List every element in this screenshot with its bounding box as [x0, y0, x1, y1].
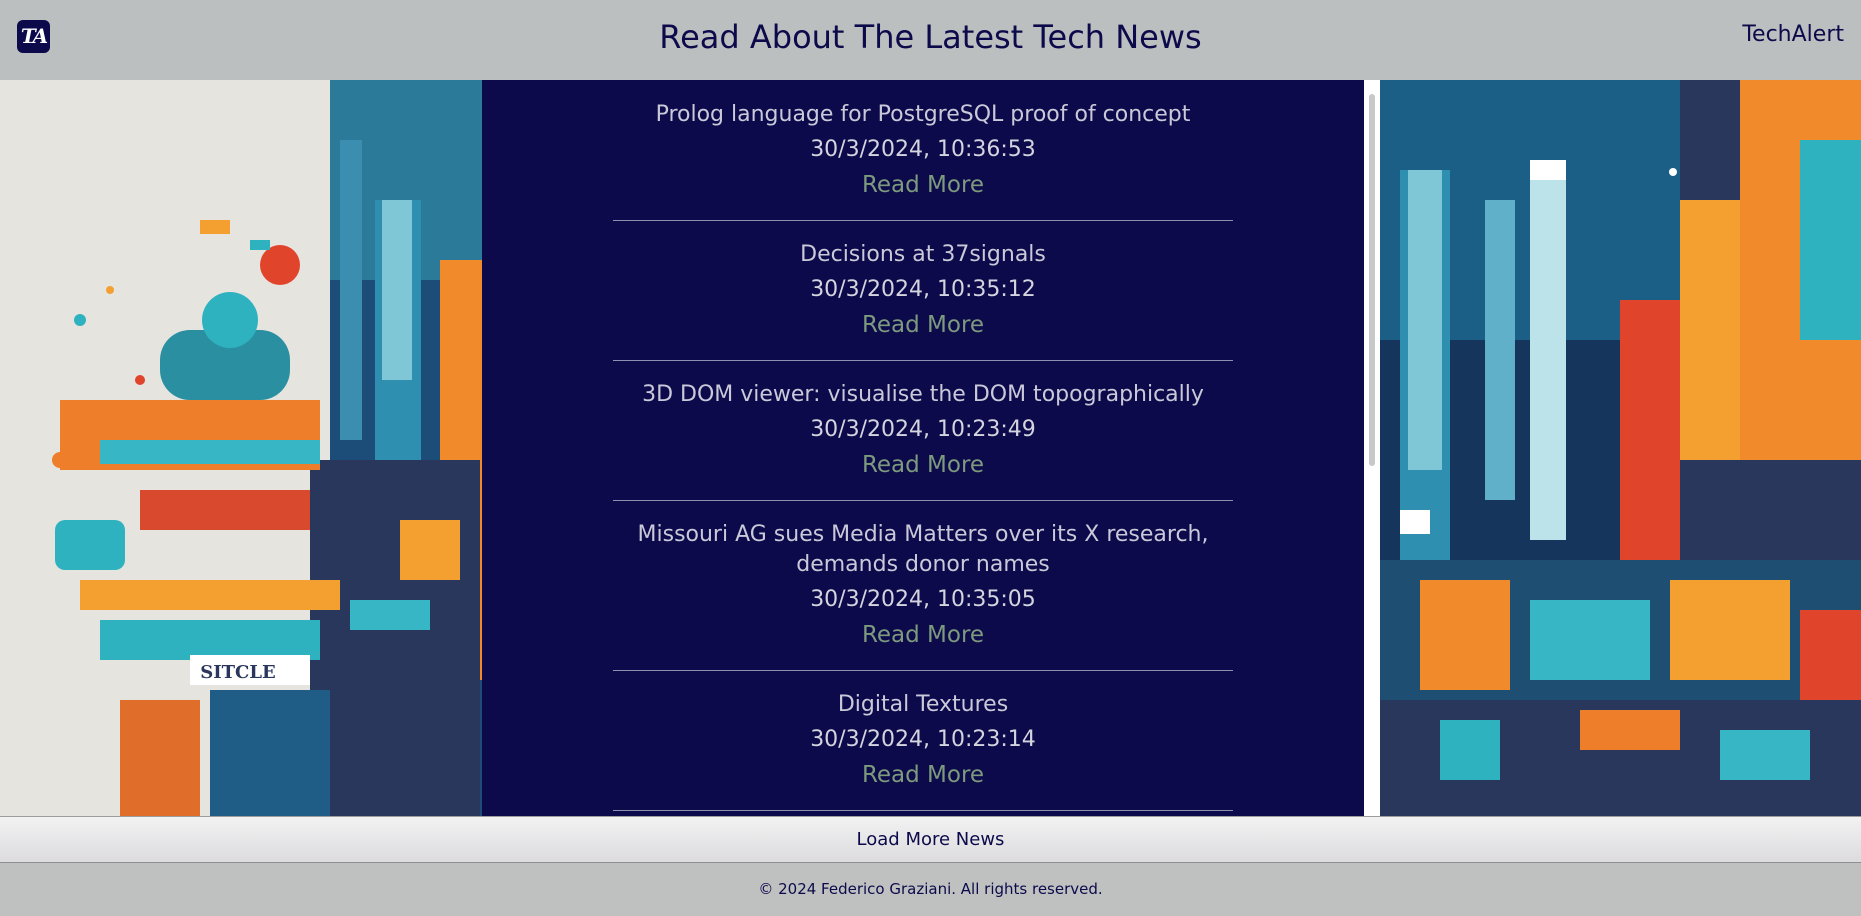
read-more-link[interactable]: Read More: [862, 170, 984, 200]
news-title: Missouri AG sues Media Matters over its …: [637, 522, 1209, 577]
brand-name[interactable]: TechAlert: [1742, 22, 1844, 47]
top-header: TA Read About The Latest Tech News TechA…: [0, 0, 1861, 81]
read-more-link[interactable]: Read More: [862, 450, 984, 480]
news-feed[interactable]: Prolog language for PostgreSQL proof of …: [482, 80, 1364, 816]
news-date: 30/3/2024, 10:36:53: [810, 137, 1036, 162]
right-city-illustration: [1380, 80, 1861, 816]
news-date: 30/3/2024, 10:23:49: [810, 417, 1036, 442]
read-more-link[interactable]: Read More: [862, 310, 984, 340]
load-more-button[interactable]: Load More News: [0, 816, 1861, 863]
read-more-link[interactable]: Read More: [862, 620, 984, 650]
feed-scrollbar[interactable]: [1364, 80, 1380, 816]
scrollbar-thumb[interactable]: [1369, 94, 1375, 466]
footer-copyright: © 2024 Federico Graziani. All rights res…: [0, 863, 1861, 916]
read-more-link[interactable]: Read More: [862, 760, 984, 790]
news-title: Decisions at 37signals: [800, 242, 1046, 267]
page-title: Read About The Latest Tech News: [659, 18, 1202, 56]
news-item: Prolog language for PostgreSQL proof of …: [613, 80, 1233, 221]
news-item: 3D DOM viewer: visualise the DOM topogra…: [613, 361, 1233, 501]
news-date: 30/3/2024, 10:35:12: [810, 277, 1036, 302]
news-item: Missouri AG sues Media Matters over its …: [613, 501, 1233, 671]
left-city-illustration: SITCLE: [0, 80, 482, 816]
news-item: Decisions at 37signals 30/3/2024, 10:35:…: [613, 221, 1233, 361]
news-title: Prolog language for PostgreSQL proof of …: [655, 102, 1191, 127]
news-date: 30/3/2024, 10:35:05: [810, 587, 1036, 612]
news-title: Digital Textures: [837, 692, 1009, 717]
news-title: 3D DOM viewer: visualise the DOM topogra…: [642, 382, 1204, 407]
art-sign-text: SITCLE: [200, 662, 276, 683]
news-date: 30/3/2024, 10:23:14: [810, 727, 1036, 752]
news-item: Digital Textures 30/3/2024, 10:23:14 Rea…: [613, 671, 1233, 811]
